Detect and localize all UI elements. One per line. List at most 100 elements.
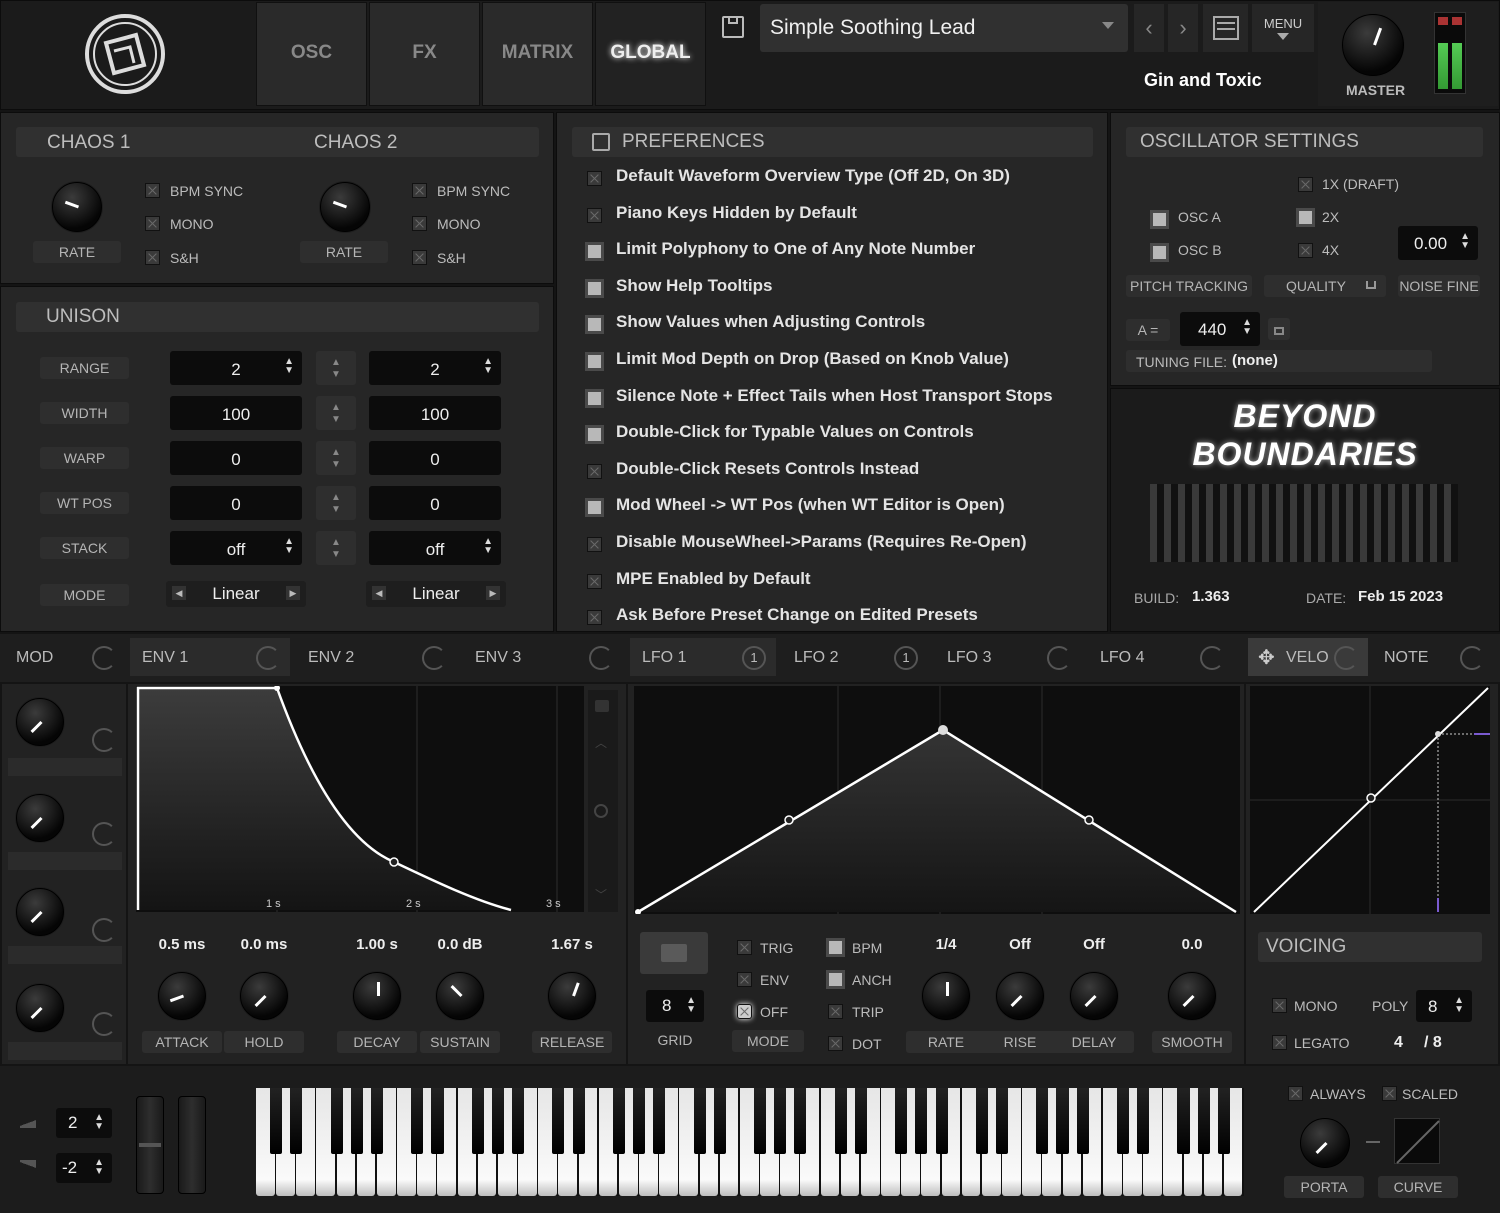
bend-down-field[interactable]: -2 ▲ ▼ bbox=[56, 1153, 112, 1183]
env-knob-3[interactable] bbox=[436, 972, 484, 1020]
link-stepper-1[interactable]: ▲ ▼ bbox=[316, 351, 356, 385]
unison-stack-b-field[interactable]: off ▲ ▼ bbox=[369, 531, 501, 565]
mod-tab-lfo4[interactable]: LFO 4 bbox=[1088, 638, 1234, 676]
pref-checkbox[interactable] bbox=[585, 388, 604, 408]
env-knob-1[interactable] bbox=[240, 972, 288, 1020]
black-key[interactable] bbox=[330, 1088, 343, 1154]
black-key[interactable] bbox=[471, 1088, 484, 1154]
mod-source-drag-icon[interactable] bbox=[92, 646, 116, 670]
pitch-tracking-button[interactable]: PITCH TRACKING bbox=[1126, 275, 1252, 297]
unison-warp-a-field[interactable]: 0 bbox=[170, 441, 302, 475]
black-key[interactable] bbox=[915, 1088, 928, 1154]
unison-range-b-field[interactable]: 2 ▲ ▼ bbox=[369, 351, 501, 385]
lfo-knob-1[interactable] bbox=[996, 972, 1044, 1020]
black-key[interactable] bbox=[1076, 1088, 1089, 1154]
black-key[interactable] bbox=[512, 1088, 525, 1154]
lfo-knob-3[interactable] bbox=[1168, 972, 1216, 1020]
chaos1-sh-checkbox[interactable] bbox=[145, 250, 160, 265]
tab-osc[interactable]: OSC bbox=[256, 2, 367, 106]
chaos2-bpm-sync-checkbox[interactable] bbox=[412, 183, 427, 198]
black-key[interactable] bbox=[270, 1088, 283, 1154]
macro-label-2[interactable] bbox=[8, 852, 122, 870]
mod-tab-lfo3[interactable]: LFO 3 bbox=[935, 638, 1081, 676]
env-knob-4[interactable] bbox=[548, 972, 596, 1020]
mod-source-drag-icon[interactable] bbox=[1200, 646, 1224, 670]
black-key[interactable] bbox=[854, 1088, 867, 1154]
env-knob-0[interactable] bbox=[158, 972, 206, 1020]
preset-name-dropdown[interactable]: Simple Soothing Lead bbox=[760, 4, 1128, 52]
legato-checkbox[interactable] bbox=[1272, 1035, 1287, 1050]
unison-width-b-field[interactable]: 100 bbox=[369, 396, 501, 430]
tuning-file-row[interactable]: TUNING FILE: (none) bbox=[1126, 350, 1432, 372]
pref-checkbox[interactable] bbox=[587, 207, 602, 223]
osc-a-checkbox[interactable] bbox=[1150, 210, 1169, 229]
next-preset-button[interactable]: › bbox=[1168, 4, 1198, 52]
mod-tab-velo[interactable]: VELO ✥ bbox=[1248, 638, 1368, 676]
bend-up-field[interactable]: 2 ▲ ▼ bbox=[56, 1108, 112, 1138]
mod-source-drag-icon[interactable] bbox=[1460, 646, 1484, 670]
black-key[interactable] bbox=[411, 1088, 424, 1154]
black-key[interactable] bbox=[370, 1088, 384, 1154]
black-key[interactable] bbox=[350, 1088, 363, 1154]
link-stepper-2[interactable]: ▲ ▼ bbox=[316, 396, 356, 430]
black-key[interactable] bbox=[653, 1088, 666, 1154]
black-key[interactable] bbox=[1177, 1088, 1190, 1154]
lfo-knob-2[interactable] bbox=[1070, 972, 1118, 1020]
mod-source-drag-icon[interactable] bbox=[422, 646, 446, 670]
zoom-icon[interactable] bbox=[594, 804, 608, 818]
chaos1-bpm-sync-checkbox[interactable] bbox=[145, 183, 160, 198]
pref-checkbox[interactable] bbox=[587, 463, 602, 479]
black-key[interactable] bbox=[713, 1088, 726, 1154]
unison-range-a-field[interactable]: 2 ▲ ▼ bbox=[170, 351, 302, 385]
pref-checkbox[interactable] bbox=[585, 242, 604, 262]
unison-mode-b-selector[interactable]: ◀ Linear ▶ bbox=[366, 581, 506, 607]
pref-checkbox[interactable] bbox=[585, 425, 604, 445]
black-key[interactable] bbox=[1197, 1088, 1210, 1154]
mod-tab-lfo2[interactable]: LFO 2 1 bbox=[782, 638, 928, 676]
tab-fx[interactable]: FX bbox=[369, 2, 480, 106]
black-key[interactable] bbox=[1217, 1088, 1230, 1154]
prev-preset-button[interactable]: ‹ bbox=[1134, 4, 1164, 52]
black-key[interactable] bbox=[552, 1088, 565, 1154]
lfo-timing-checkbox[interactable] bbox=[828, 1004, 843, 1019]
mod-wheel[interactable] bbox=[178, 1096, 206, 1194]
unison-warp-b-field[interactable]: 0 bbox=[369, 441, 501, 475]
unison-width-a-field[interactable]: 100 bbox=[170, 396, 302, 430]
macro-label-4[interactable] bbox=[8, 1042, 122, 1060]
chaos2-sh-checkbox[interactable] bbox=[412, 250, 427, 265]
chaos2-mono-checkbox[interactable] bbox=[412, 216, 427, 231]
quality-4x-checkbox[interactable] bbox=[1298, 243, 1313, 258]
quality-2x-checkbox[interactable] bbox=[1296, 208, 1315, 227]
mode-next-icon[interactable]: ▶ bbox=[486, 586, 500, 600]
unison-stack-a-field[interactable]: off ▲ ▼ bbox=[170, 531, 302, 565]
pref-checkbox[interactable] bbox=[585, 498, 604, 518]
mod-source-drag-icon[interactable]: 1 bbox=[894, 646, 918, 670]
tab-global[interactable]: GLOBAL bbox=[595, 2, 706, 106]
env-graph[interactable] bbox=[136, 685, 584, 912]
black-key[interactable] bbox=[612, 1088, 625, 1154]
macro-label-1[interactable] bbox=[8, 758, 122, 776]
quality-1x-checkbox[interactable] bbox=[1298, 177, 1313, 192]
pref-checkbox[interactable] bbox=[587, 610, 602, 626]
macro-knob-3[interactable] bbox=[16, 888, 64, 936]
link-stepper-5[interactable]: ▲ ▼ bbox=[316, 531, 356, 565]
lfo-mode-checkbox[interactable] bbox=[737, 1004, 752, 1019]
env-knob-2[interactable] bbox=[353, 972, 401, 1020]
black-key[interactable] bbox=[935, 1088, 948, 1154]
lfo-timing-checkbox[interactable] bbox=[828, 1036, 843, 1051]
mod-tab-env1[interactable]: ENV 1 bbox=[130, 638, 290, 676]
chaos1-mono-checkbox[interactable] bbox=[145, 216, 160, 231]
black-key[interactable] bbox=[834, 1088, 847, 1154]
black-key[interactable] bbox=[431, 1088, 444, 1154]
black-key[interactable] bbox=[693, 1088, 706, 1154]
tuning-lock-icon[interactable] bbox=[1268, 318, 1290, 340]
poly-field[interactable]: 8 ▲ ▼ bbox=[1416, 990, 1472, 1022]
curve-display[interactable] bbox=[1394, 1118, 1440, 1164]
lfo-timing-checkbox[interactable] bbox=[826, 970, 845, 989]
black-key[interactable] bbox=[491, 1088, 504, 1154]
mod-source-drag-icon[interactable] bbox=[589, 646, 613, 670]
macro-knob-2[interactable] bbox=[16, 794, 64, 842]
pref-checkbox[interactable] bbox=[587, 537, 602, 552]
pref-checkbox[interactable] bbox=[585, 315, 604, 335]
mod-source-drag-icon[interactable]: 1 bbox=[742, 646, 766, 670]
